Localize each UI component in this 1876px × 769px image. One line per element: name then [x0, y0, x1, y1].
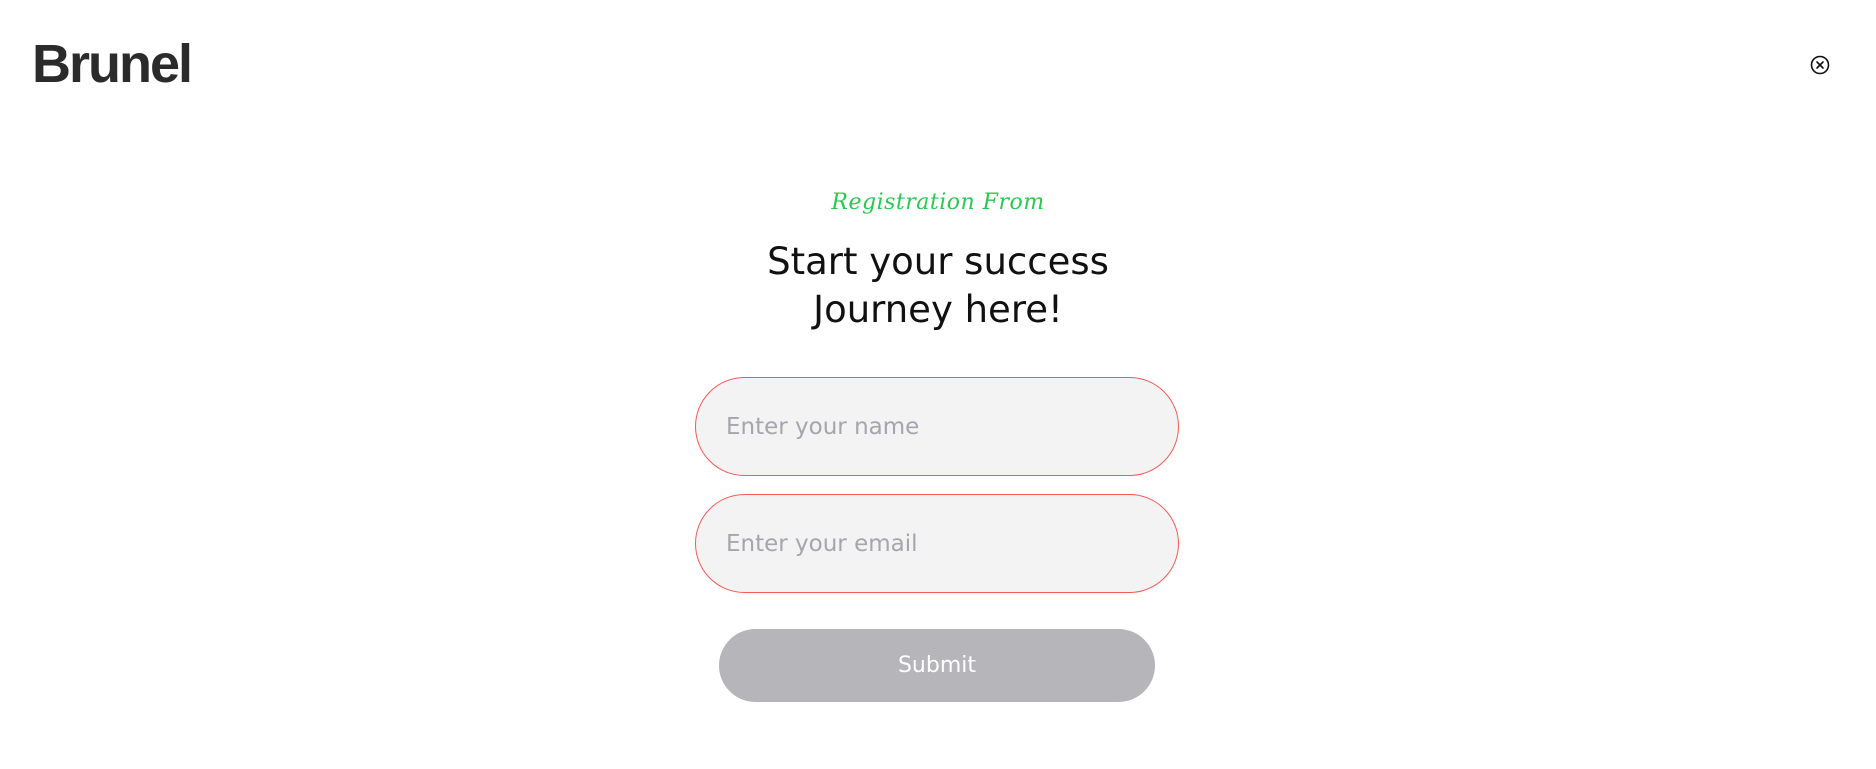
email-input[interactable]: [695, 494, 1179, 593]
form-title: Start your success Journey here!: [0, 238, 1876, 334]
brand-logo: Brunel: [32, 34, 193, 94]
close-circle-icon: [1810, 55, 1830, 75]
form-subtitle: Registration From: [831, 190, 1045, 215]
registration-page: Brunel Registration From Start your succ…: [0, 0, 1876, 769]
name-input[interactable]: [695, 377, 1179, 476]
submit-button[interactable]: Submit: [719, 629, 1155, 702]
form-title-line-1: Start your success: [767, 240, 1109, 283]
form-title-line-2: Journey here!: [813, 288, 1063, 331]
close-button[interactable]: [1810, 55, 1830, 75]
